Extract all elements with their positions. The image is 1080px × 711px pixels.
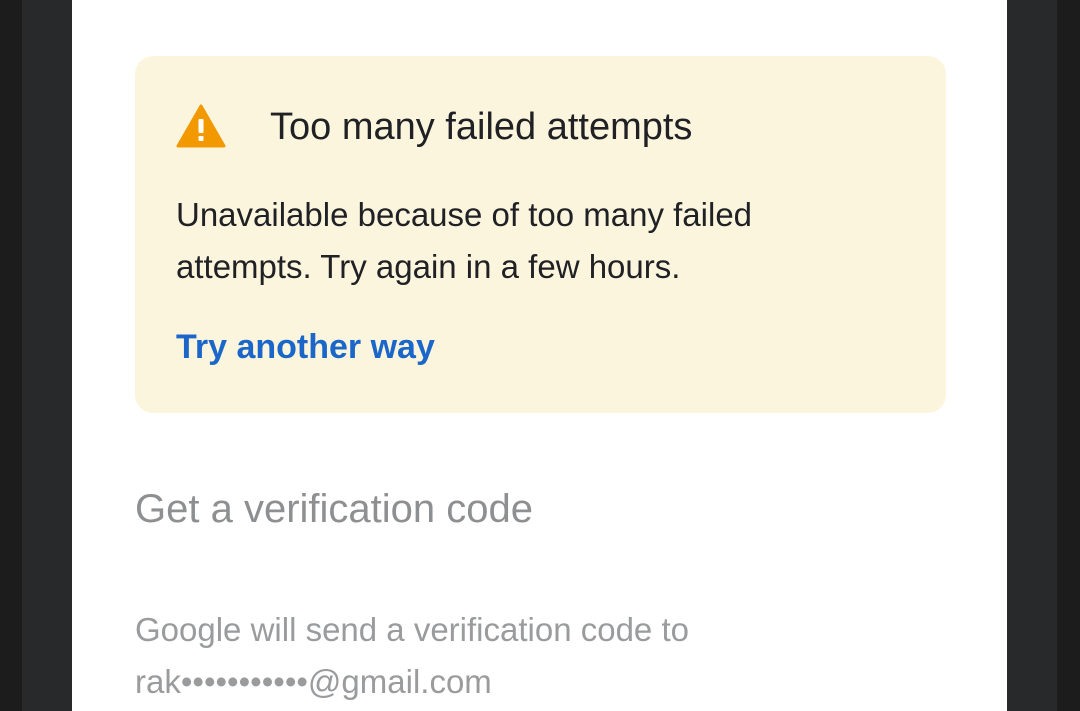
device-frame: Too many failed attempts Unavailable bec… <box>0 0 1080 711</box>
device-bezel-right <box>1007 0 1057 711</box>
try-another-way-link[interactable]: Try another way <box>176 324 435 370</box>
verification-section-title: Get a verification code <box>135 487 533 531</box>
warning-icon <box>176 104 226 148</box>
verification-description: Google will send a verification code to … <box>135 611 689 700</box>
alert-title: Too many failed attempts <box>270 106 693 148</box>
screen: Too many failed attempts Unavailable bec… <box>72 0 1007 711</box>
failed-attempts-alert: Too many failed attempts Unavailable bec… <box>135 56 946 413</box>
alert-message: Unavailable because of too many failed a… <box>176 196 753 285</box>
device-bezel-left <box>22 0 72 711</box>
